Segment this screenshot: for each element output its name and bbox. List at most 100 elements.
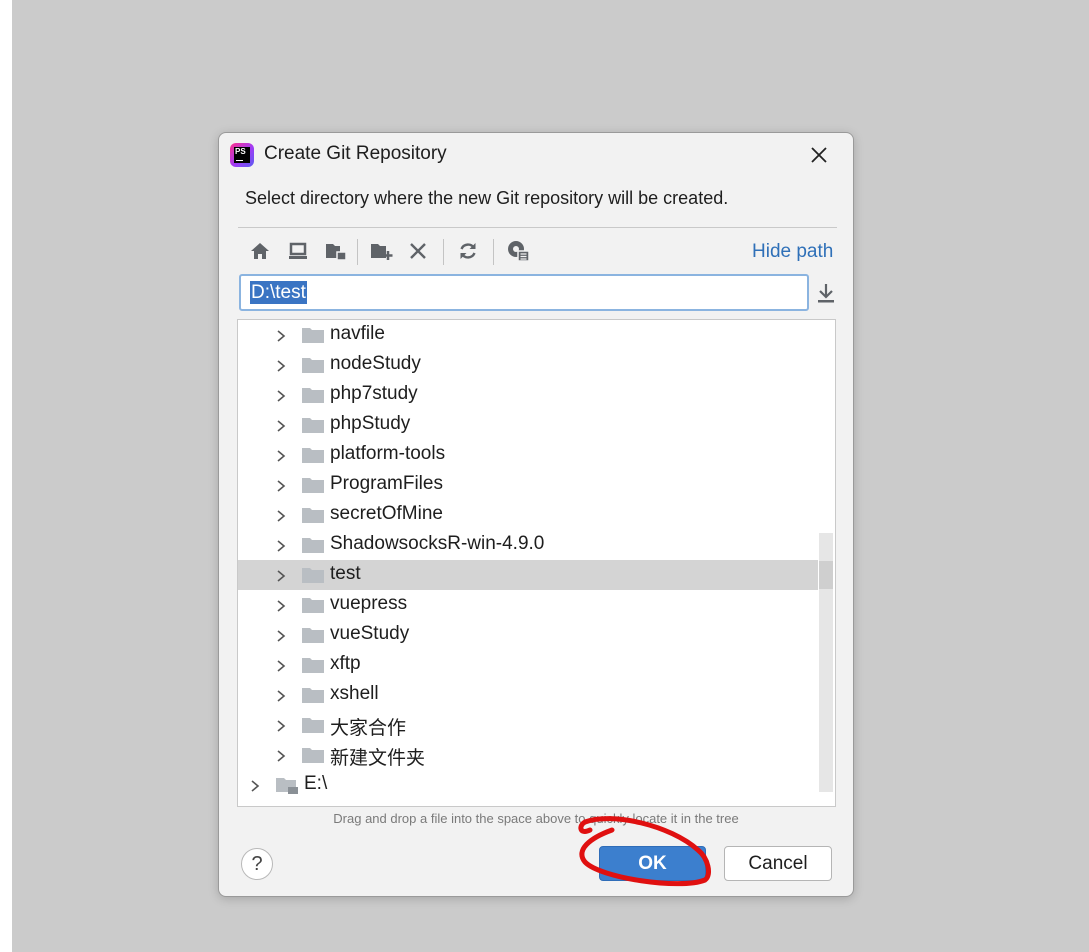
delete-button[interactable]	[405, 237, 431, 265]
folder-icon	[302, 687, 324, 704]
folder-icon	[302, 747, 324, 764]
path-field[interactable]: D:\test	[239, 274, 809, 311]
title-bar: PS Create Git Repository	[219, 133, 853, 177]
folder-icon	[302, 597, 324, 614]
chevron-right-icon[interactable]	[276, 689, 286, 702]
folder-icon	[302, 507, 324, 524]
chevron-right-icon[interactable]	[276, 659, 286, 672]
chevron-right-icon[interactable]	[276, 749, 286, 762]
desktop-icon	[289, 242, 307, 259]
chevron-right-icon[interactable]	[276, 539, 286, 552]
create-git-repository-dialog: PS Create Git Repository Select director…	[218, 132, 854, 897]
tree-item[interactable]: E:\	[238, 770, 818, 800]
folder-icon	[302, 477, 324, 494]
tree-item[interactable]: php7study	[238, 380, 818, 410]
refresh-button[interactable]	[455, 237, 481, 265]
refresh-icon	[460, 243, 476, 259]
chevron-right-icon[interactable]	[276, 599, 286, 612]
hide-path-link[interactable]: Hide path	[752, 241, 833, 263]
chevron-right-icon[interactable]	[276, 329, 286, 342]
home-button[interactable]	[247, 237, 273, 265]
download-icon	[818, 284, 834, 303]
tree-item-label: vueStudy	[330, 623, 410, 644]
tree-item[interactable]: platform-tools	[238, 440, 818, 470]
folder-icon	[302, 327, 324, 344]
tree-item-label: test	[330, 563, 361, 584]
help-button[interactable]: ?	[241, 848, 273, 880]
tree-item[interactable]: navfile	[238, 320, 818, 350]
chevron-right-icon[interactable]	[250, 779, 260, 792]
path-input[interactable]	[249, 281, 789, 305]
tree-item-label: xftp	[330, 653, 361, 674]
tree-item[interactable]: vuepress	[238, 590, 818, 620]
tree-item[interactable]: secretOfMine	[238, 500, 818, 530]
toolbar-separator	[357, 239, 358, 265]
chevron-right-icon[interactable]	[276, 479, 286, 492]
chevron-right-icon[interactable]	[276, 509, 286, 522]
drag-drop-hint: Drag and drop a file into the space abov…	[333, 811, 739, 826]
separator	[238, 227, 837, 228]
chevron-right-icon[interactable]	[276, 719, 286, 732]
show-hidden-files-button[interactable]	[505, 237, 531, 265]
chevron-right-icon[interactable]	[276, 389, 286, 402]
project-folder-icon	[326, 244, 347, 261]
tree-item[interactable]: nodeStudy	[238, 350, 818, 380]
delete-icon	[410, 243, 426, 259]
phpstorm-app-icon: PS	[230, 143, 254, 167]
desktop-button[interactable]	[285, 237, 311, 265]
tree-item[interactable]: phpStudy	[238, 410, 818, 440]
toolbar-separator	[493, 239, 494, 265]
directory-tree[interactable]: E:\ 新建文件夹 大家合作 xshell xftp vueStudy vuepress te…	[237, 319, 836, 807]
folder-icon	[302, 357, 324, 374]
file-chooser-toolbar: Hide path	[245, 237, 839, 267]
tree-item[interactable]: 新建文件夹	[238, 740, 818, 770]
tree-item-label: php7study	[330, 383, 418, 404]
folder-icon	[302, 417, 324, 434]
show-hidden-icon	[508, 241, 530, 262]
tree-item[interactable]: ProgramFiles	[238, 470, 818, 500]
chevron-right-icon[interactable]	[276, 449, 286, 462]
chevron-right-icon[interactable]	[276, 629, 286, 642]
tree-item[interactable]: vueStudy	[238, 620, 818, 650]
cancel-button[interactable]: Cancel	[724, 846, 832, 881]
chevron-right-icon[interactable]	[276, 569, 286, 582]
folder-icon	[302, 717, 324, 734]
folder-icon	[302, 447, 324, 464]
folder-icon	[302, 627, 324, 644]
tree-item[interactable]: xshell	[238, 680, 818, 710]
folder-icon	[302, 567, 324, 584]
toolbar-separator	[443, 239, 444, 265]
tree-item[interactable]: ShadowsocksR-win-4.9.0	[238, 530, 818, 560]
drive-icon	[276, 777, 298, 794]
tree-item-label: vuepress	[330, 593, 408, 614]
new-folder-icon	[371, 244, 393, 260]
tree-item-label: phpStudy	[330, 413, 411, 434]
tree-item-label: nodeStudy	[330, 353, 421, 374]
chevron-right-icon[interactable]	[276, 359, 286, 372]
scrollbar-thumb[interactable]	[819, 561, 833, 589]
close-button[interactable]	[807, 143, 831, 167]
tree-item-label: navfile	[330, 323, 385, 344]
tree-item-label: 新建文件夹	[330, 748, 426, 769]
new-folder-button[interactable]	[369, 237, 395, 265]
tree-item[interactable]: xftp	[238, 650, 818, 680]
folder-icon	[302, 387, 324, 404]
tree-item-label: ShadowsocksR-win-4.9.0	[330, 533, 545, 554]
tree-item-label: xshell	[330, 683, 379, 704]
tree-item[interactable]: test	[238, 560, 818, 590]
tree-item-label: 大家合作	[330, 718, 407, 739]
dialog-title: Create Git Repository	[264, 143, 447, 164]
tree-item-label: secretOfMine	[330, 503, 443, 524]
close-icon	[811, 147, 827, 163]
home-icon	[251, 243, 269, 259]
chevron-right-icon[interactable]	[276, 419, 286, 432]
ok-button[interactable]: OK	[599, 846, 706, 881]
locate-path-button[interactable]	[815, 281, 837, 305]
tree-item-label: E:\	[304, 773, 328, 794]
tree-item[interactable]: 大家合作	[238, 710, 818, 740]
tree-item-label: platform-tools	[330, 443, 446, 464]
project-folder-button[interactable]	[323, 237, 349, 265]
dialog-description: Select directory where the new Git repos…	[245, 188, 729, 208]
tree-item-label: ProgramFiles	[330, 473, 443, 494]
folder-icon	[302, 657, 324, 674]
